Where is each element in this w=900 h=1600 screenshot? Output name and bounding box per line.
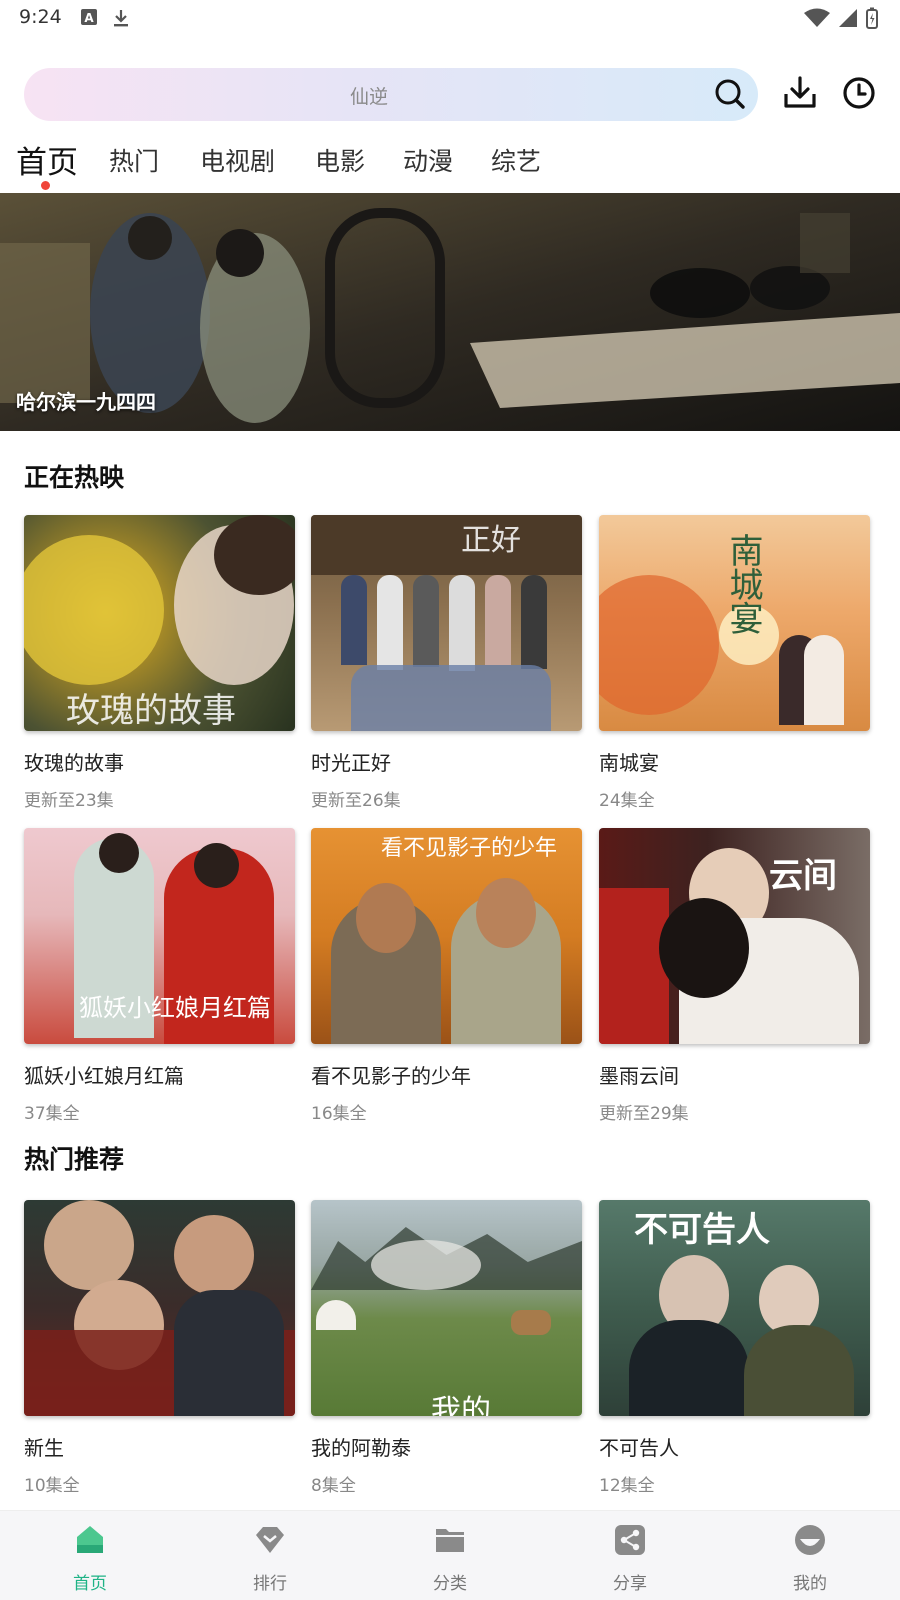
card-episode-status: 24集全 [599,791,655,811]
card-title: 我的阿勒泰 [311,1436,411,1460]
media-card[interactable]: 看不见影子的少年 看不见影子的少年 16集全 [311,828,582,1124]
card-title: 狐妖小红娘月红篇 [24,1064,184,1088]
poster-title-text: 我的 [431,1394,491,1416]
media-card[interactable]: 正好 时光正好 更新至26集 [311,515,582,811]
home-icon [77,1526,103,1553]
poster-image: 狐妖小红娘月红篇 [24,828,295,1044]
media-card[interactable]: 不可告人 不可告人 12集全 [599,1200,870,1496]
card-title: 南城宴 [599,751,659,775]
poster-title-text: 玫瑰的故事 [66,691,236,731]
poster-image: 不可告人 [599,1200,870,1416]
nav-home[interactable]: 首页 [40,1523,140,1594]
tab-tv-series[interactable]: 电视剧 [200,142,275,178]
card-episode-status: 37集全 [24,1104,80,1124]
nav-label: 我的 [793,1574,827,1594]
card-title: 看不见影子的少年 [311,1064,471,1088]
section-title-now-showing: 正在热映 [24,463,125,492]
share-icon [615,1525,645,1555]
featured-banner[interactable]: 哈尔滨一九四四 [0,193,900,431]
poster-image: 玫瑰的故事 [24,515,295,731]
ranking-icon [256,1527,284,1553]
bottom-navigation: 首页 排行 分类 分享 我的 [0,1510,900,1600]
notification-a-icon: A [81,9,97,25]
search-icon[interactable] [714,78,746,110]
poster-image: 正好 [311,515,582,731]
card-episode-status: 16集全 [311,1104,367,1124]
tab-hot[interactable]: 热门 [109,142,159,178]
download-icon[interactable] [783,76,817,110]
tab-anime[interactable]: 动漫 [403,142,453,178]
download-status-icon [114,10,128,27]
search-placeholder: 仙逆 [349,86,388,108]
nav-category[interactable]: 分类 [400,1523,500,1594]
media-card[interactable]: 我的 我的阿勒泰 8集全 [311,1200,582,1496]
tab-home[interactable]: 首页 [16,137,78,182]
status-time: 9:24 [19,6,62,28]
poster-title-text: 不可告人 [634,1210,770,1250]
nav-label: 分享 [613,1574,647,1594]
card-title: 时光正好 [311,751,391,775]
media-card[interactable]: 新生 10集全 [24,1200,295,1496]
media-card[interactable]: 云间 墨雨云间 更新至29集 [599,828,870,1124]
nav-label: 分类 [433,1574,467,1594]
poster-image: 看不见影子的少年 [311,828,582,1044]
status-bar: 9:24 A [0,0,900,40]
card-episode-status: 8集全 [311,1476,356,1496]
card-episode-status: 更新至23集 [24,791,114,811]
poster-title-text: 南城宴 [723,533,763,635]
nav-ranking[interactable]: 排行 [220,1523,320,1594]
wifi-icon [804,8,830,27]
card-title: 新生 [24,1436,64,1460]
tab-variety[interactable]: 综艺 [491,142,541,178]
card-episode-status: 12集全 [599,1476,655,1496]
poster-image: 我的 [311,1200,582,1416]
banner-title: 哈尔滨一九四四 [16,390,156,414]
poster-image: 南城宴 [599,515,870,731]
status-notification-icons: A [80,8,130,28]
poster-title-text: 看不见影子的少年 [381,836,558,861]
profile-icon [795,1525,825,1555]
poster-title-text: 狐妖小红娘月红篇 [79,994,271,1022]
poster-title-text: 云间 [769,856,837,896]
card-episode-status: 更新至29集 [599,1104,689,1124]
nav-label: 首页 [73,1574,107,1594]
card-title: 墨雨云间 [599,1064,679,1088]
nav-label: 排行 [253,1574,287,1594]
poster-image: 云间 [599,828,870,1044]
active-tab-indicator [41,181,50,190]
search-bar[interactable]: 仙逆 [24,68,758,121]
poster-image [24,1200,295,1416]
card-episode-status: 10集全 [24,1476,80,1496]
category-folder-icon [436,1529,464,1552]
tab-movies[interactable]: 电影 [315,142,365,178]
svg-text:A: A [84,11,94,25]
poster-title-text: 正好 [461,523,521,558]
media-card[interactable]: 玫瑰的故事 玫瑰的故事 更新至23集 [24,515,295,811]
card-title: 不可告人 [599,1436,679,1460]
battery-icon [866,7,878,29]
card-title: 玫瑰的故事 [24,751,124,775]
card-episode-status: 更新至26集 [311,791,401,811]
section-title-recommended: 热门推荐 [24,1145,125,1174]
category-tabs: 首页 热门 电视剧 电影 动漫 综艺 [0,130,900,190]
status-system-icons [804,7,878,29]
media-card[interactable]: 狐妖小红娘月红篇 狐妖小红娘月红篇 37集全 [24,828,295,1124]
history-clock-icon[interactable] [842,76,876,110]
media-card[interactable]: 南城宴 南城宴 24集全 [599,515,870,811]
nav-share[interactable]: 分享 [580,1523,680,1594]
signal-icon [839,9,857,27]
nav-profile[interactable]: 我的 [760,1523,860,1594]
